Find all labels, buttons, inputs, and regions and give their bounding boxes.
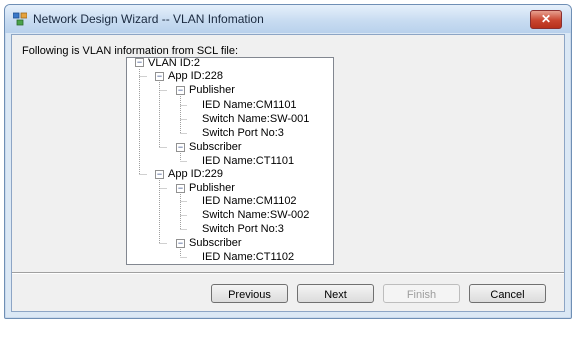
tree-node-subscriber[interactable]: Subscriber bbox=[189, 141, 242, 154]
expand-app2-subscriber-toggle[interactable]: − bbox=[176, 239, 185, 248]
tree-node-ied-name[interactable]: IED Name:CM1101 bbox=[202, 99, 297, 112]
tree-node-ied-name[interactable]: IED Name:CT1101 bbox=[202, 155, 294, 168]
next-button[interactable]: Next bbox=[297, 284, 374, 303]
close-button[interactable]: ✕ bbox=[530, 10, 562, 29]
tree-node-publisher[interactable]: Publisher bbox=[189, 182, 235, 195]
network-app-icon bbox=[12, 12, 28, 26]
expand-app2-toggle[interactable]: − bbox=[155, 170, 164, 179]
close-icon: ✕ bbox=[540, 12, 552, 26]
tree-node-switch-name[interactable]: Switch Name:SW-001 bbox=[202, 113, 309, 126]
tree-node-switch-name[interactable]: Switch Name:SW-002 bbox=[202, 209, 309, 222]
intro-label: Following is VLAN information from SCL f… bbox=[22, 45, 239, 57]
vlan-tree-view[interactable]: − − − − − − − VLAN ID:2 App ID:228 Publi… bbox=[126, 57, 334, 265]
tree-node-publisher[interactable]: Publisher bbox=[189, 84, 235, 97]
cancel-button[interactable]: Cancel bbox=[469, 284, 546, 303]
finish-button[interactable]: Finish bbox=[383, 284, 460, 303]
button-separator-highlight bbox=[12, 273, 564, 274]
tree-node-switch-port[interactable]: Switch Port No:3 bbox=[202, 223, 284, 236]
expand-app2-publisher-toggle[interactable]: − bbox=[176, 184, 185, 193]
expand-app1-publisher-toggle[interactable]: − bbox=[176, 86, 185, 95]
window-title: Network Design Wizard -- VLAN Infomation bbox=[33, 12, 264, 26]
tree-node-vlan[interactable]: VLAN ID:2 bbox=[148, 57, 200, 70]
title-bar[interactable]: Network Design Wizard -- VLAN Infomation… bbox=[5, 5, 571, 33]
tree-node-app-229[interactable]: App ID:229 bbox=[168, 168, 223, 181]
previous-button[interactable]: Previous bbox=[211, 284, 288, 303]
expand-app1-subscriber-toggle[interactable]: − bbox=[176, 143, 185, 152]
wizard-window: Network Design Wizard -- VLAN Infomation… bbox=[4, 4, 572, 319]
expand-vlan-toggle[interactable]: − bbox=[135, 58, 144, 67]
expand-app1-toggle[interactable]: − bbox=[155, 72, 164, 81]
wizard-content: Following is VLAN information from SCL f… bbox=[11, 34, 565, 312]
tree-node-app-228[interactable]: App ID:228 bbox=[168, 70, 223, 83]
tree-node-ied-name[interactable]: IED Name:CT1102 bbox=[202, 251, 294, 264]
tree-node-subscriber[interactable]: Subscriber bbox=[189, 237, 242, 250]
tree-node-ied-name[interactable]: IED Name:CM1102 bbox=[202, 195, 297, 208]
tree-node-switch-port[interactable]: Switch Port No:3 bbox=[202, 127, 284, 140]
